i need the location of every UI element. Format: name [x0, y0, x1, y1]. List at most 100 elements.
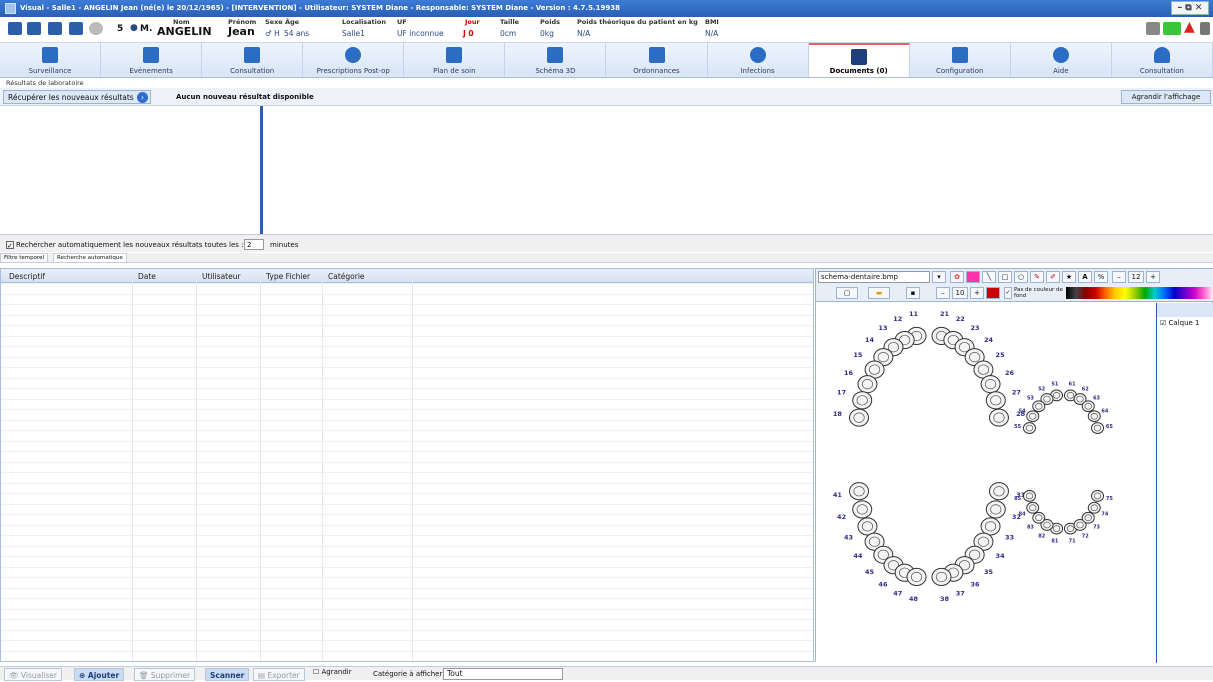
nav-schema-3d[interactable]: Schéma 3D: [505, 43, 607, 77]
open-folder-icon[interactable]: ▬: [868, 287, 890, 299]
drawing-canvas[interactable]: 11 12 13 14 15 16 17 18 21 22 23 24 25 26 27 28 41 42 43 44…: [816, 303, 1156, 663]
tooth-label: 65: [1106, 424, 1113, 430]
power-icon[interactable]: [89, 22, 103, 35]
tab-filtre-temporel[interactable]: Filtre temporel: [0, 253, 49, 263]
auto-search-checkbox[interactable]: ✓: [6, 241, 14, 250]
nav-aide[interactable]: Aide: [1010, 43, 1112, 77]
rectangle-tool-icon[interactable]: □: [998, 271, 1012, 283]
help-icon: [1052, 47, 1069, 63]
print-icon[interactable]: [48, 22, 62, 35]
ajouter-button[interactable]: ⊕ Ajouter: [74, 668, 125, 681]
agrandir-checkbox[interactable]: ☐ Agrandir: [313, 668, 352, 676]
table-row: [1, 640, 813, 641]
jour-label: Jour: [465, 18, 480, 26]
new-icon[interactable]: ▢: [836, 287, 858, 299]
supprimer-button[interactable]: 🗑 Supprimer: [134, 668, 196, 681]
pen-size-value[interactable]: 10: [952, 287, 968, 299]
sexe-value: ♂ H: [265, 29, 280, 38]
tooth[interactable]: 18: [833, 408, 870, 427]
table-row: [1, 440, 813, 442]
ellipse-tool-icon[interactable]: ○: [1014, 271, 1028, 283]
tooth[interactable]: 55: [1014, 422, 1036, 434]
splitter[interactable]: [260, 106, 263, 234]
bg-color-checkbox[interactable]: ✓: [1004, 287, 1012, 299]
tooth-label: 24: [984, 336, 994, 344]
current-color-swatch[interactable]: [986, 287, 1000, 299]
fetch-results-button[interactable]: Récupérer les nouveaux résultats ›: [3, 90, 151, 104]
jour-value: J 0: [463, 29, 474, 38]
scanner-button[interactable]: Scanner: [205, 668, 250, 681]
table-row: [1, 482, 813, 484]
age-label: Âge: [285, 18, 300, 26]
nav-evenements[interactable]: Evénements: [101, 43, 203, 77]
tooth[interactable]: 41: [833, 482, 870, 501]
category-select[interactable]: Tout: [443, 668, 563, 680]
lab-section-label: Résultats de laboratoire: [6, 79, 84, 87]
tab-recherche-auto[interactable]: Recherche automatique: [53, 253, 127, 263]
enlarge-view-button[interactable]: Agrandir l'affichage: [1121, 90, 1211, 104]
grid-icon[interactable]: [27, 22, 41, 35]
text-tool-icon[interactable]: A: [1078, 271, 1092, 283]
font-size-increase[interactable]: +: [1146, 271, 1160, 283]
monitor-icon[interactable]: [1163, 22, 1181, 35]
save-icon[interactable]: ▪: [906, 287, 920, 299]
color-palette[interactable]: [1066, 287, 1213, 299]
nav-configuration[interactable]: Configuration: [909, 43, 1011, 77]
nav-ordonnances[interactable]: Ordonnances: [606, 43, 708, 77]
lab-results-tree[interactable]: [0, 106, 260, 234]
tooth-label: 72: [1082, 534, 1089, 540]
brush-tool-icon[interactable]: ✐: [1046, 271, 1060, 283]
tooth-label: 44: [853, 552, 863, 560]
print-preview-icon[interactable]: [69, 22, 83, 35]
tooth[interactable]: 75: [1091, 490, 1114, 502]
nav-consultation[interactable]: Consultation: [202, 43, 304, 77]
poids-th-label: Poids théorique du patient en kg: [577, 18, 698, 26]
paint-icon[interactable]: ✿: [950, 271, 964, 283]
poids-label: Poids: [540, 18, 560, 26]
alert-icon[interactable]: ▲: [1184, 19, 1195, 35]
pen-size-decrease[interactable]: –: [936, 287, 950, 299]
pen-tool-icon[interactable]: ✎: [1030, 271, 1044, 283]
percent-icon[interactable]: %: [1094, 271, 1108, 283]
nav-consultation-2[interactable]: Consultation: [1111, 43, 1213, 77]
window-controls[interactable]: – ⧉ ✕: [1171, 1, 1209, 15]
exporter-button[interactable]: ▤ Exporter: [253, 668, 305, 681]
layer-row[interactable]: ☑ Calque 1: [1157, 317, 1213, 329]
nav-infections[interactable]: Infections: [707, 43, 809, 77]
table-row: [1, 535, 813, 536]
tooth[interactable]: 65: [1091, 422, 1114, 434]
drawing-file-select[interactable]: schema-dentaire.bmp: [818, 271, 930, 283]
nav-documents[interactable]: Documents (0): [808, 43, 910, 77]
tooth-label: 21: [940, 310, 950, 318]
col-date[interactable]: Date: [138, 272, 156, 281]
tooth[interactable]: 48: [906, 567, 927, 603]
camera-icon[interactable]: [8, 22, 22, 35]
table-row: [1, 619, 813, 620]
visualiser-button[interactable]: 👁 Visualiser: [4, 668, 62, 681]
table-row: [1, 556, 813, 557]
font-size-decrease[interactable]: –: [1112, 271, 1126, 283]
star-tool-icon[interactable]: ★: [1062, 271, 1076, 283]
tooth-label: 34: [996, 552, 1006, 560]
nav-surveillance[interactable]: Surveillance: [0, 43, 102, 77]
uf-label: UF: [397, 18, 407, 26]
col-utilisateur[interactable]: Utilisateur: [202, 272, 241, 281]
pen-size-increase[interactable]: +: [970, 287, 984, 299]
fetch-results-label: Récupérer les nouveaux résultats: [8, 93, 134, 102]
line-tool-icon[interactable]: ╲: [982, 271, 996, 283]
col-type-fichier[interactable]: Type Fichier: [266, 272, 310, 281]
auto-search-interval-input[interactable]: [244, 239, 264, 250]
eraser-icon[interactable]: [966, 271, 980, 283]
nav-plan-de-soin[interactable]: Plan de soin: [404, 43, 506, 77]
dropdown-icon[interactable]: ▾: [932, 271, 946, 283]
tooth-label: 11: [909, 310, 919, 318]
tooth[interactable]: 38: [931, 567, 952, 603]
font-size-value[interactable]: 12: [1128, 271, 1144, 283]
col-categorie[interactable]: Catégorie: [328, 272, 365, 281]
nav-prescriptions[interactable]: Prescriptions Post-op: [303, 43, 405, 77]
users-icon[interactable]: [1146, 22, 1160, 35]
arrow-right-icon: ›: [137, 92, 148, 103]
documents-table: Descriptif Date Utilisateur Type Fichier…: [0, 268, 814, 662]
col-descriptif[interactable]: Descriptif: [9, 272, 45, 281]
mail-icon[interactable]: [1200, 22, 1210, 35]
